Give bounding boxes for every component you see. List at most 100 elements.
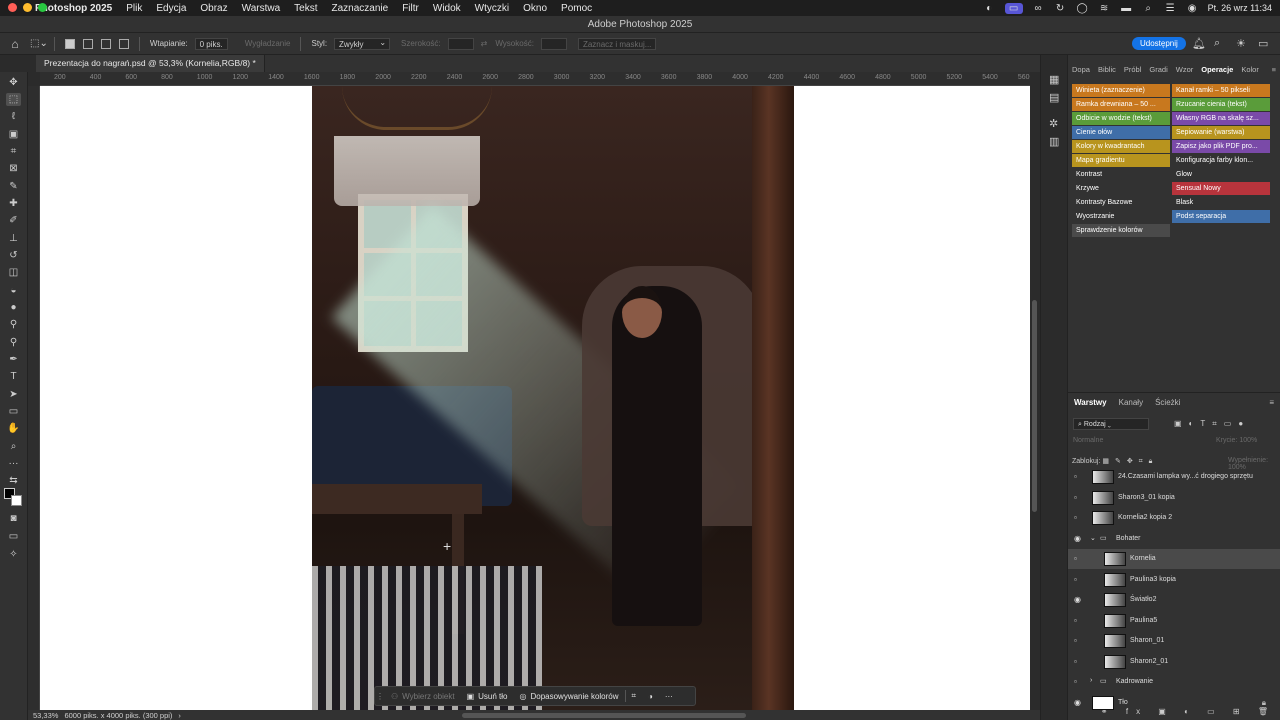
layer-row[interactable]: ◉ ⌄ ▭ Bohater — [1068, 529, 1280, 549]
select-and-mask-button[interactable]: Zaznacz i maskuj... — [577, 37, 657, 50]
minimize-window-button[interactable] — [23, 3, 32, 12]
action-button[interactable]: Rzucanie cienia (tekst) — [1172, 98, 1270, 111]
document-info[interactable]: 6000 piks. x 4000 piks. (300 ppi) — [64, 711, 172, 720]
layer-row[interactable]: ▫ 24.Czasami lampka wy...ć drogiego sprzę… — [1068, 467, 1280, 487]
control-center-icon[interactable]: ☰ — [1164, 3, 1177, 14]
tab-color[interactable]: Kolor — [1237, 63, 1263, 77]
menu-edit[interactable]: Edycja — [149, 3, 193, 14]
swap-icon[interactable]: ⇄ — [481, 39, 488, 48]
visibility-eye-icon[interactable]: ▫ — [1074, 677, 1084, 686]
sync-icon[interactable]: ↻ — [1054, 3, 1067, 14]
action-button[interactable]: Kanał ramki – 50 pikseli — [1172, 84, 1270, 97]
layers-menu-icon[interactable]: ≡ — [1263, 397, 1280, 411]
adjustments-icon[interactable]: ✲ — [1049, 117, 1058, 130]
anti-alias-checkbox[interactable]: Wygładzanie — [245, 39, 291, 48]
menu-layer[interactable]: Warstwa — [235, 3, 288, 14]
layer-row[interactable]: ◉ Światło2 — [1068, 590, 1280, 610]
color-match-button[interactable]: ◎ Dopasowywanie kolorów — [513, 692, 624, 701]
paint-bucket-tool-icon[interactable]: ◒ — [6, 284, 21, 297]
wifi-icon[interactable]: ≋ — [1098, 3, 1111, 14]
properties-icon[interactable]: ▦ — [1049, 73, 1059, 86]
frame-tool-icon[interactable]: ⊠ — [6, 162, 21, 175]
healing-brush-tool-icon[interactable]: ✚ — [6, 197, 21, 210]
select-subject-button[interactable]: ⚇ Wybierz obiekt — [385, 692, 461, 701]
creative-cloud-icon[interactable]: ∞ — [1032, 3, 1045, 14]
visibility-eye-icon[interactable]: ▫ — [1074, 575, 1084, 584]
bell-icon[interactable]: 🔔︎ — [1192, 37, 1206, 50]
layer-thumbnail[interactable] — [1092, 511, 1114, 525]
menu-help[interactable]: Pomoc — [554, 3, 599, 14]
layer-thumbnail[interactable] — [1104, 572, 1126, 587]
tab-libraries[interactable]: Biblic — [1094, 63, 1120, 77]
action-button[interactable]: Odbicie w wodzie (tekst) — [1072, 112, 1170, 125]
visibility-eye-icon[interactable]: ▫ — [1074, 554, 1084, 563]
subtract-selection-icon[interactable] — [100, 38, 111, 49]
layer-thumbnail[interactable] — [1092, 490, 1114, 505]
layer-thumbnail[interactable] — [1104, 634, 1126, 648]
battery-icon[interactable]: ▬ — [1120, 3, 1133, 14]
style-select[interactable]: Zwykły — [334, 37, 391, 50]
menu-view[interactable]: Widok — [426, 3, 468, 14]
layer-row[interactable]: ▫ Kornelia — [1068, 549, 1280, 569]
visibility-eye-icon[interactable]: ◉ — [1074, 534, 1084, 543]
more-options-icon[interactable]: ··· — [659, 692, 679, 701]
hand-tool-icon[interactable]: ✋ — [6, 422, 21, 435]
action-button[interactable]: Sepiowanie (warstwa) — [1172, 126, 1270, 139]
layer-thumbnail[interactable] — [1104, 613, 1126, 628]
new-selection-icon[interactable] — [64, 38, 75, 49]
screen-mirror-icon[interactable]: ▭ — [1004, 2, 1023, 14]
screen-mode-icon[interactable]: ▭ — [6, 530, 21, 543]
layer-thumbnail[interactable] — [1104, 654, 1126, 669]
menu-filter[interactable]: Filtr — [395, 3, 426, 14]
zoom-window-button[interactable] — [38, 3, 47, 12]
width-input[interactable] — [447, 37, 474, 50]
layer-thumbnail[interactable] — [1104, 552, 1126, 566]
action-button[interactable]: Mapa gradientu — [1072, 154, 1170, 167]
eyedropper-tool-icon[interactable]: ✎ — [6, 180, 21, 193]
object-selection-tool-icon[interactable]: ▣ — [6, 128, 21, 141]
crop-tool-icon[interactable]: ⌗ — [6, 145, 21, 158]
action-button[interactable]: Krzywe — [1072, 182, 1170, 195]
menu-file[interactable]: Plik — [119, 3, 149, 14]
add-selection-icon[interactable] — [82, 38, 93, 49]
document-tab[interactable]: Prezentacja do nagrań.psd @ 53,3% (Korne… — [36, 55, 265, 72]
layer-filter-icons[interactable]: ▣◐T⌗▭● — [1174, 419, 1250, 429]
rectangular-marquee-tool-icon[interactable]: ⬚ — [6, 93, 21, 106]
zoom-level[interactable]: 53,33% — [33, 711, 58, 720]
visibility-eye-icon[interactable]: ▫ — [1074, 493, 1084, 502]
action-button[interactable]: Zapisz jako plik PDF pro... — [1172, 140, 1270, 153]
clock[interactable]: Pt. 26 wrz 11:34 — [1208, 3, 1272, 13]
visibility-eye-icon[interactable]: ▫ — [1074, 472, 1084, 481]
action-button[interactable]: Kontrasty Bazowe — [1072, 196, 1170, 209]
rectangle-tool-icon[interactable]: ▭ — [6, 405, 21, 418]
chevron-right-icon[interactable]: › — [178, 711, 181, 720]
type-tool-icon[interactable]: T — [6, 370, 21, 383]
chevron-right-icon[interactable]: › — [1090, 677, 1092, 684]
horizontal-ruler[interactable]: 200 400 600 800 1000 1200 1400 1600 1800 2000 2200… — [40, 72, 1030, 86]
marquee-tool-preset-icon[interactable]: ⬚⌄ — [30, 38, 48, 49]
blend-mode-select[interactable]: Normalne — [1073, 437, 1103, 444]
quick-mask-icon[interactable]: ◙ — [6, 512, 21, 525]
action-button[interactable]: Wyostrzanie — [1072, 210, 1170, 223]
tab-actions[interactable]: Operacje — [1197, 63, 1237, 77]
layer-row[interactable]: ▫ Paulina3 kopia — [1068, 570, 1280, 590]
menu-plugins[interactable]: Wtyczki — [468, 3, 516, 14]
search-icon[interactable]: ⌕ — [1214, 37, 1220, 50]
remove-background-button[interactable]: ▣ Usuń tło — [461, 692, 514, 701]
transform-icon[interactable]: ⌗ — [626, 691, 643, 701]
workspace-icon[interactable]: ▭ — [1258, 37, 1268, 50]
swap-colors-icon[interactable]: ⇆ — [6, 474, 21, 487]
dodge-tool-icon[interactable]: ⚲ — [6, 318, 21, 331]
vertical-scrollbar[interactable] — [1032, 300, 1037, 512]
visibility-eye-icon[interactable]: ▫ — [1074, 657, 1084, 666]
circle-icon[interactable]: ◯ — [1076, 3, 1089, 14]
panel-menu-icon[interactable]: ≡ — [1268, 63, 1280, 77]
more-tools-icon[interactable]: ··· — [6, 457, 21, 470]
intersect-selection-icon[interactable] — [118, 38, 129, 49]
activity-icon[interactable]: ◐ — [983, 3, 996, 14]
tab-gradients[interactable]: Gradi — [1145, 63, 1171, 77]
background-color-swatch[interactable] — [11, 495, 22, 506]
blur-tool-icon[interactable]: ● — [6, 301, 21, 314]
lock-icon[interactable]: 🔒︎ — [1262, 698, 1266, 708]
comments-icon[interactable]: ▤ — [1049, 91, 1059, 104]
